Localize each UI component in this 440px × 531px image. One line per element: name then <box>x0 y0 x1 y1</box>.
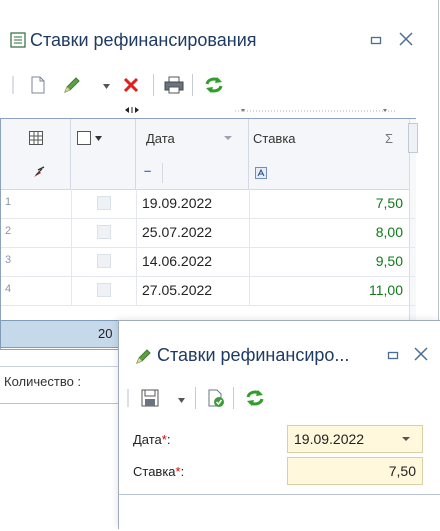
filter-cell-check[interactable] <box>71 157 136 189</box>
filter-divider <box>162 163 163 183</box>
cell-date: 14.06.2022 <box>142 253 213 269</box>
filter-clear-icon[interactable] <box>33 166 45 178</box>
row-checkbox[interactable] <box>97 254 111 268</box>
column-chooser-cell[interactable] <box>1 119 71 157</box>
table-settings-icon[interactable] <box>29 131 43 145</box>
edit-rate-dialog: Ставки рефинансиро... Дата*: 19.09.2022 … <box>118 320 440 531</box>
select-all-checkbox[interactable] <box>77 131 91 145</box>
status-count-label: Количество : <box>4 374 82 389</box>
cell-divider <box>249 189 250 218</box>
toolbar-separator <box>153 74 154 96</box>
scrollbar-thumb[interactable] <box>408 123 418 153</box>
filter-text-icon[interactable] <box>255 167 267 179</box>
dialog-edit-icon <box>135 347 153 365</box>
cell-divider <box>249 276 250 305</box>
column-header-date[interactable]: Дата <box>136 119 249 157</box>
table-row[interactable]: 1 19.09.2022 7,50 <box>1 189 415 219</box>
table-row[interactable]: 4 27.05.2022 11,00 <box>1 276 415 306</box>
cell-divider <box>136 247 137 276</box>
toolbar-separator <box>195 387 196 409</box>
dialog-toolbar-grip <box>127 387 131 409</box>
window-title: Ставки рефинансирования <box>30 30 257 50</box>
cell-date: 25.07.2022 <box>142 224 213 240</box>
save-dropdown-icon[interactable] <box>178 398 186 404</box>
footer-total-count: 20 <box>98 326 113 341</box>
edit-dropdown-icon[interactable] <box>103 84 111 90</box>
cell-divider <box>71 276 72 305</box>
select-all-cell[interactable] <box>71 119 136 157</box>
window-icon <box>10 32 26 48</box>
close-icon[interactable] <box>398 31 414 47</box>
dialog-close-icon[interactable] <box>413 346 429 362</box>
cell-divider <box>136 189 137 218</box>
column-header-date-label: Дата <box>146 131 175 146</box>
filter-date-operator: – <box>144 163 152 178</box>
row-number: 3 <box>5 254 12 266</box>
cell-divider <box>71 218 72 247</box>
sort-dropdown-icon[interactable] <box>224 136 232 141</box>
cell-rate: 11,00 <box>369 282 403 298</box>
grid-filter-row: – <box>1 157 415 190</box>
dialog-title: Ставки рефинансиро... <box>157 345 350 365</box>
cell-date: 19.09.2022 <box>142 195 213 211</box>
row-checkbox[interactable] <box>97 225 111 239</box>
toolbar-separator <box>233 387 234 409</box>
save-icon[interactable] <box>141 389 159 407</box>
dialog-refresh-icon[interactable] <box>245 389 265 407</box>
grid-header-row: Дата Ставка Σ <box>1 119 415 158</box>
table-row[interactable]: 3 14.06.2022 9,50 <box>1 247 415 277</box>
cell-divider <box>136 218 137 247</box>
rate-field-value: 7,50 <box>388 463 416 479</box>
dialog-maximize-icon[interactable] <box>387 349 399 361</box>
row-number: 4 <box>5 283 12 295</box>
print-icon[interactable] <box>164 76 184 94</box>
edit-icon[interactable] <box>62 75 82 95</box>
cell-date: 27.05.2022 <box>142 282 213 298</box>
filter-clear-cell[interactable] <box>1 157 71 189</box>
rate-field[interactable]: 7,50 <box>287 457 423 485</box>
row-checkbox[interactable] <box>97 283 111 297</box>
date-label: Дата*: <box>133 432 171 447</box>
cell-divider <box>136 276 137 305</box>
cell-rate: 8,00 <box>375 224 403 240</box>
cell-rate: 9,50 <box>375 253 403 269</box>
date-field-value: 19.09.2022 <box>294 431 365 447</box>
cell-divider <box>249 218 250 247</box>
table-row[interactable]: 2 25.07.2022 8,00 <box>1 218 415 248</box>
filter-cell-date[interactable]: – <box>136 157 249 189</box>
sum-icon[interactable]: Σ <box>385 131 393 146</box>
cell-divider <box>71 247 72 276</box>
toolbar-separator <box>192 74 193 96</box>
date-field[interactable]: 19.09.2022 <box>287 425 423 453</box>
rate-label: Ставка*: <box>133 464 185 479</box>
column-header-rate-label: Ставка <box>253 131 296 146</box>
maximize-icon[interactable] <box>370 34 382 46</box>
save-and-close-icon[interactable] <box>207 389 225 407</box>
date-dropdown-icon[interactable] <box>402 437 410 442</box>
cell-divider <box>249 247 250 276</box>
dotted-splitter[interactable] <box>235 108 395 114</box>
column-resize-marker-icon <box>125 107 139 113</box>
column-header-rate[interactable]: Ставка Σ <box>249 119 409 157</box>
cell-rate: 7,50 <box>375 195 403 211</box>
rates-grid: Дата Ставка Σ – 1 19.09.2022 7,50 2 25.0… <box>0 118 418 350</box>
refresh-icon[interactable] <box>204 76 224 94</box>
delete-icon[interactable] <box>122 76 140 94</box>
toolbar-grip <box>12 74 16 96</box>
filter-cell-rate[interactable] <box>249 157 409 189</box>
row-number: 1 <box>5 196 12 208</box>
new-icon[interactable] <box>30 76 46 94</box>
row-checkbox[interactable] <box>97 196 111 210</box>
cell-divider <box>71 189 72 218</box>
select-dropdown-icon[interactable] <box>95 136 103 142</box>
dialog-bottom-panel <box>119 494 440 531</box>
row-number: 2 <box>5 225 12 237</box>
